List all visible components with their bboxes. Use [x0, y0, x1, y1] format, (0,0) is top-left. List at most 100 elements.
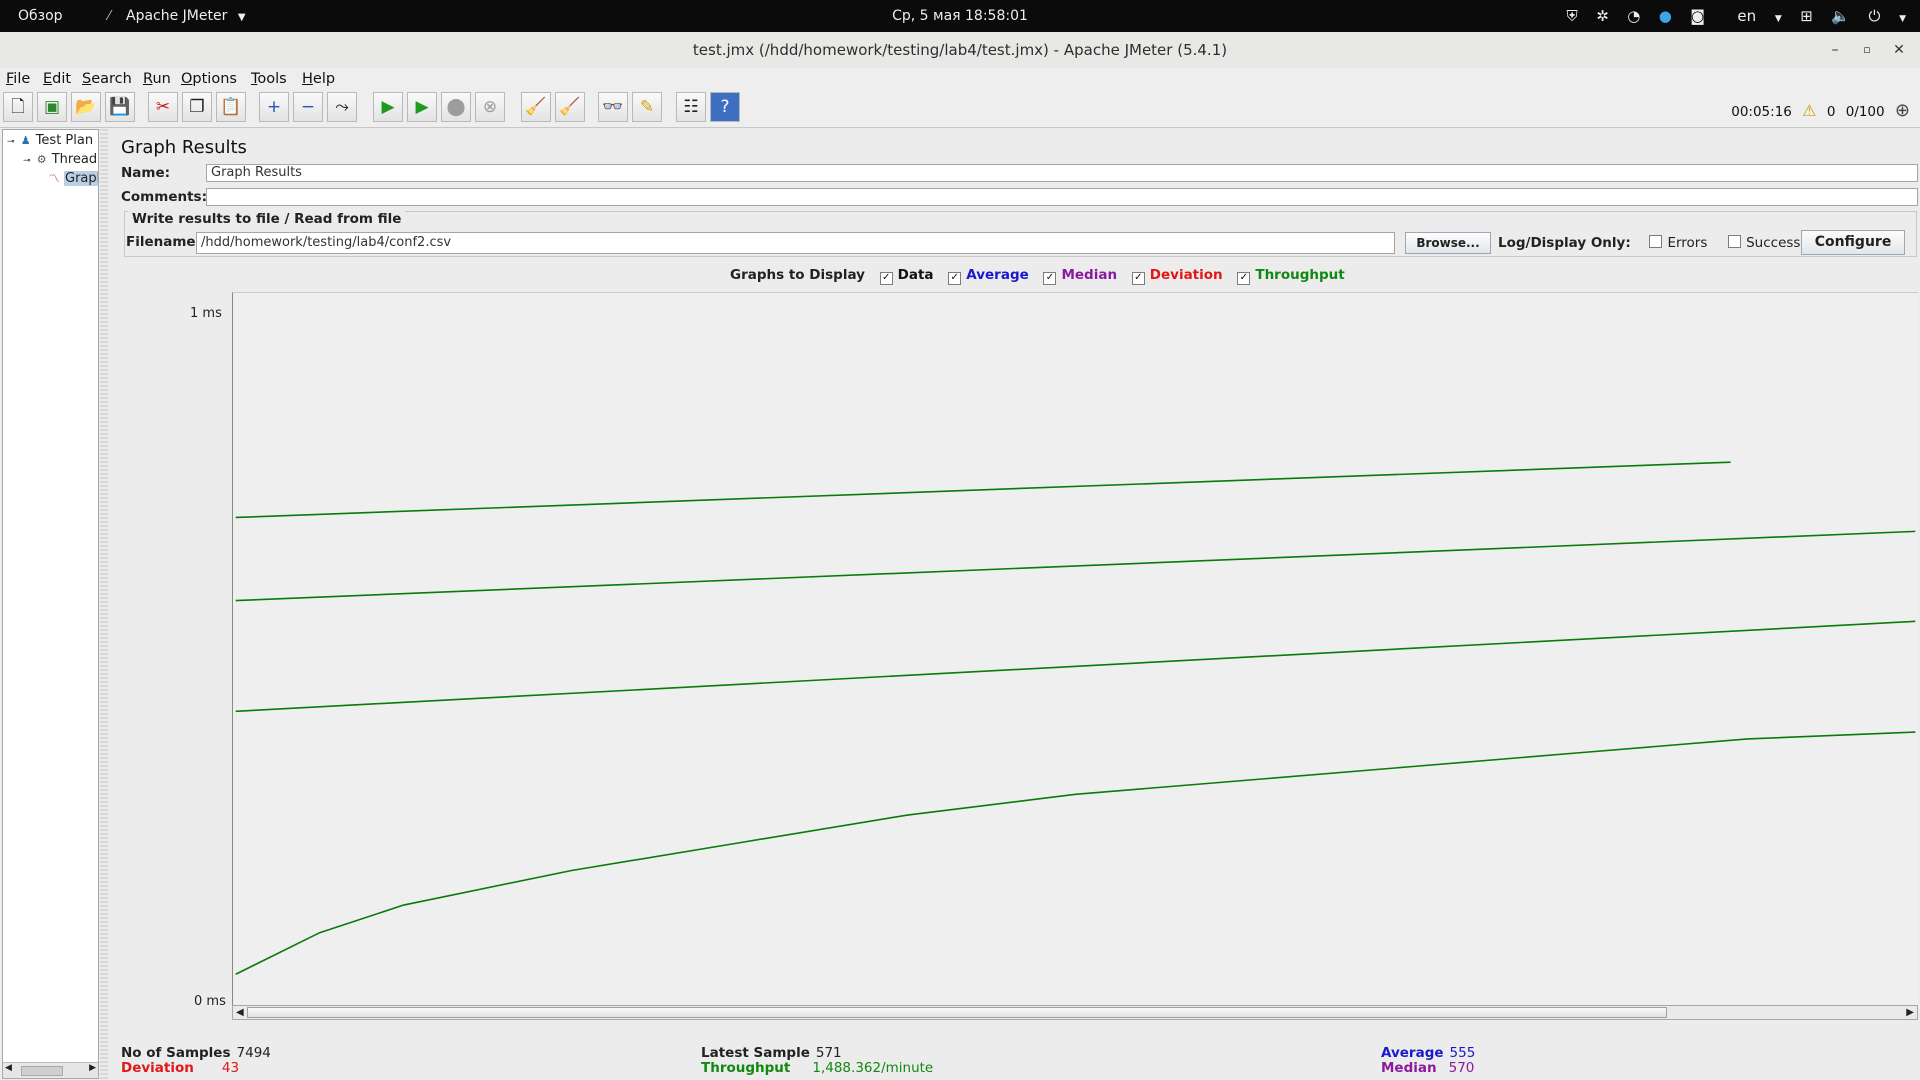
log-display-label: Log/Display Only: [1498, 235, 1631, 251]
configure-button[interactable]: Configure [1801, 230, 1905, 255]
expand-all-icon[interactable]: + [259, 92, 289, 122]
volume-icon[interactable]: 🔈 [1831, 0, 1850, 32]
checkbox-box[interactable]: ✓ [1043, 272, 1057, 285]
test-plan-icon: ♟ [20, 134, 31, 147]
maximize-icon[interactable]: ▫ [1854, 32, 1880, 68]
graph-option-median[interactable]: ✓ Median [1043, 267, 1117, 285]
checkbox-box[interactable]: ✓ [948, 272, 962, 285]
average-value: 555 [1449, 1045, 1476, 1061]
toggle-icon[interactable]: ⤳ [327, 92, 357, 122]
page-title: Graph Results [121, 137, 247, 158]
graph-option-throughput[interactable]: ✓ Throughput [1237, 267, 1345, 285]
clear-icon[interactable]: 🧹 [521, 92, 551, 122]
graph-option-label: Average [966, 267, 1029, 283]
reset-search-icon[interactable]: ✎ [632, 92, 662, 122]
scroll-left-icon[interactable]: ◀ [5, 1063, 12, 1073]
graph-option-average[interactable]: ✓ Average [948, 267, 1029, 285]
menu-file[interactable]: File [6, 71, 30, 87]
save-icon[interactable]: 💾 [105, 92, 135, 122]
tree-item-graph-results[interactable]: 〽 Graph Results [47, 170, 98, 187]
tree-toggle-icon[interactable]: ⊸ [7, 137, 15, 147]
menu-help[interactable]: Help [302, 71, 335, 87]
filename-input[interactable]: /hdd/homework/testing/lab4/conf2.csv [196, 232, 1395, 254]
help-icon[interactable]: ? [710, 92, 740, 122]
scroll-right-icon[interactable]: ▶ [1906, 1006, 1914, 1019]
warning-icon[interactable]: ⚠ [1802, 101, 1816, 120]
menu-options[interactable]: Options [181, 71, 237, 87]
system-tray: ⛨ ✲ ◔ ● ◙ en ▼ ⊞ 🔈 ⏻ ▼ [1553, 0, 1907, 32]
window-title: test.jmx (/hdd/homework/testing/lab4/tes… [692, 41, 1228, 59]
graph-results-panel: Graph Results Name: Graph Results Commen… [110, 129, 1918, 1079]
comments-input[interactable] [206, 188, 1918, 206]
start-icon[interactable]: ▶ [373, 92, 403, 122]
graph-option-label: Deviation [1149, 267, 1223, 283]
stop-icon[interactable]: ⬤ [441, 92, 471, 122]
collapse-all-icon[interactable]: − [293, 92, 323, 122]
function-helper-icon[interactable]: ☷ [676, 92, 706, 122]
elapsed-time: 00:05:16 [1731, 104, 1792, 120]
name-input[interactable]: Graph Results [206, 164, 1918, 182]
graph-option-deviation[interactable]: ✓ Deviation [1131, 267, 1223, 285]
discord-icon[interactable]: ◙ [1690, 0, 1705, 32]
shield-icon[interactable]: ⛨ [1567, 0, 1578, 32]
panel-splitter[interactable] [100, 129, 108, 1079]
cut-icon[interactable]: ✂ [148, 92, 178, 122]
minimize-icon[interactable]: – [1822, 32, 1848, 68]
paste-icon[interactable]: 📋 [216, 92, 246, 122]
search-binoculars-icon[interactable]: 👓 [598, 92, 628, 122]
graph-series-line-1 [235, 530, 1916, 602]
start-no-pauses-icon[interactable]: ▶ [407, 92, 437, 122]
checkbox-box[interactable] [1728, 235, 1742, 248]
power-icon[interactable]: ⏻ ▼ [1868, 0, 1906, 35]
latest-value: 571 [815, 1045, 842, 1061]
app-menu[interactable]: ⁄ Apache JMeter ▼ [108, 0, 246, 32]
copy-icon[interactable]: ❐ [182, 92, 212, 122]
slack-icon[interactable]: ✲ [1596, 0, 1609, 32]
language-indicator[interactable]: en ▼ [1723, 0, 1781, 35]
tree-item-test-plan[interactable]: ⊸ ♟ Test Plan [7, 132, 93, 149]
errors-checkbox[interactable]: Errors [1649, 235, 1707, 251]
graph-option-data[interactable]: ✓ Data [879, 267, 934, 285]
scroll-thumb[interactable] [21, 1066, 63, 1076]
samples-value: 7494 [236, 1045, 271, 1061]
templates-icon[interactable]: ▣ [37, 92, 67, 122]
activities-button[interactable]: Обзор [18, 0, 63, 32]
clear-all-icon[interactable]: 🧹 [555, 92, 585, 122]
comments-label: Comments: [121, 189, 207, 205]
checkbox-box[interactable] [1649, 235, 1663, 248]
errors-label: Errors [1667, 235, 1708, 251]
network-icon[interactable]: ⊞ [1800, 0, 1813, 32]
feather-icon: ⁄ [108, 9, 111, 24]
clock-label[interactable]: Ср, 5 мая 18:58:01 [892, 8, 1028, 24]
scroll-right-icon[interactable]: ▶ [89, 1063, 96, 1073]
open-folder-icon[interactable]: 📂 [71, 92, 101, 122]
telegram-icon[interactable]: ● [1659, 0, 1672, 32]
menu-edit[interactable]: Edit [43, 71, 71, 87]
checkbox-box[interactable]: ✓ [1131, 272, 1145, 285]
deviation-value: 43 [221, 1060, 240, 1076]
scroll-thumb[interactable] [247, 1007, 1667, 1018]
tree-item-thread-group[interactable]: ⊸ ⚙ Thread Group [23, 151, 98, 168]
graph-horizontal-scrollbar[interactable]: ◀ ▶ [232, 1005, 1918, 1020]
tree-toggle-icon[interactable]: ⊸ [23, 156, 31, 166]
graphs-to-display: Graphs to Display ✓ Data ✓ Average ✓ Median… [730, 267, 1345, 285]
browse-button[interactable]: Browse... [1405, 232, 1491, 254]
median-label: Median [1381, 1060, 1437, 1076]
tree-horizontal-scrollbar[interactable]: ◀ ▶ [3, 1062, 98, 1078]
deviation-label: Deviation [121, 1060, 194, 1076]
steam-icon[interactable]: ◔ [1627, 0, 1640, 32]
graph-series-line-2 [235, 620, 1916, 713]
new-file-icon[interactable]: 🗋 [3, 92, 33, 122]
checkbox-box[interactable]: ✓ [879, 272, 893, 285]
scroll-left-icon[interactable]: ◀ [236, 1006, 244, 1019]
close-icon[interactable]: ✕ [1886, 32, 1912, 68]
stat-deviation: Deviation 43 [121, 1060, 239, 1076]
checkbox-box[interactable]: ✓ [1237, 272, 1251, 285]
menu-tools[interactable]: Tools [251, 71, 287, 87]
menu-search[interactable]: Search [82, 71, 132, 87]
graph-icon: 〽 [48, 172, 60, 185]
chevron-down-icon: ▼ [237, 12, 246, 23]
shutdown-icon[interactable]: ⊗ [475, 92, 505, 122]
menu-run[interactable]: Run [143, 71, 171, 87]
remote-globe-icon[interactable]: ⊕ [1895, 100, 1910, 121]
